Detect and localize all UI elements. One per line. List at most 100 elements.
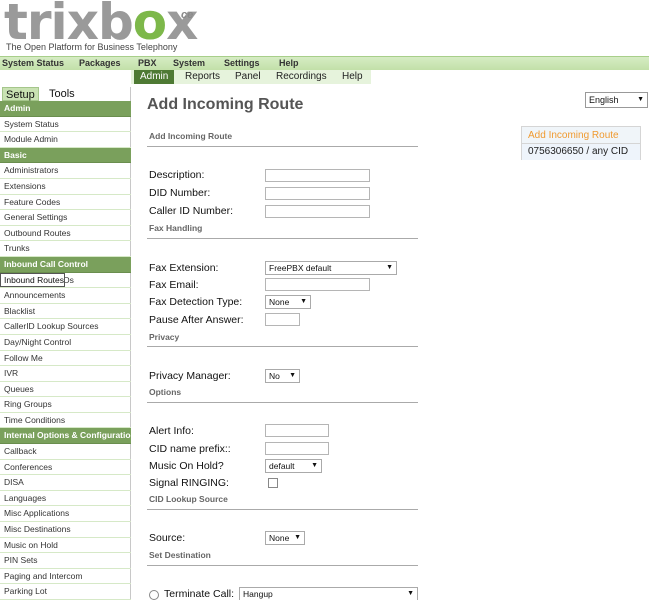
did-label: DID Number: <box>149 187 211 199</box>
sidebar-item-pin-sets[interactable]: PIN Sets <box>0 553 131 569</box>
sidebar-item-day-night-control[interactable]: Day/Night Control <box>0 335 131 351</box>
app-window: trixbox ce The Open Platform for Busines… <box>0 0 649 600</box>
chevron-down-icon: ▼ <box>311 462 318 469</box>
terminate-call-label: Terminate Call: <box>164 588 235 600</box>
description-input[interactable] <box>265 169 370 182</box>
tab-tools[interactable]: Tools <box>46 87 78 101</box>
sidebar-item-queues[interactable]: Queues <box>0 382 131 398</box>
menu-pbx[interactable]: PBX <box>138 58 157 68</box>
route-list-panel: Add Incoming Route 0756306650 / any CID <box>521 126 641 160</box>
sidebar-item-follow-me[interactable]: Follow Me <box>0 351 131 367</box>
terminate-call-radio[interactable] <box>149 590 159 600</box>
sidebar-item-module-admin[interactable]: Module Admin <box>0 132 131 148</box>
sidebar-item-conferences[interactable]: Conferences <box>0 460 131 476</box>
signal-ringing-checkbox[interactable] <box>268 478 278 488</box>
moh-value: default <box>269 461 295 471</box>
divider <box>147 238 418 239</box>
menu-packages[interactable]: Packages <box>79 58 121 68</box>
header: trixbox ce The Open Platform for Busines… <box>0 0 649 56</box>
description-label: Description: <box>149 169 205 181</box>
main-content: Add Incoming Route English ▼ Add Incomin… <box>131 86 649 600</box>
cid-label: Caller ID Number: <box>149 205 234 217</box>
sidebar-item-callback[interactable]: Callback <box>0 444 131 460</box>
chevron-down-icon: ▼ <box>407 590 414 597</box>
sidebar-item-disa[interactable]: DISA <box>0 475 131 491</box>
sidebar-item-ivr[interactable]: IVR <box>0 366 131 382</box>
menu-help[interactable]: Help <box>279 58 299 68</box>
route-list-title[interactable]: Add Incoming Route <box>522 127 640 144</box>
privacy-manager-label: Privacy Manager: <box>149 370 231 382</box>
submenu-recordings[interactable]: Recordings <box>276 70 327 84</box>
sidebar-item-general-settings[interactable]: General Settings <box>0 210 131 226</box>
sidebar-item-misc-applications[interactable]: Misc Applications <box>0 506 131 523</box>
privacy-manager-value: No <box>269 371 280 381</box>
source-label: Source: <box>149 532 186 544</box>
fax-detection-select[interactable]: None ▼ <box>265 295 311 309</box>
submenu-reports[interactable]: Reports <box>185 70 220 84</box>
tab-setup[interactable]: Setup <box>2 87 39 101</box>
sidebar-header-inbound-call-control: Inbound Call Control <box>0 256 131 273</box>
sidebar-item-trunks[interactable]: Trunks <box>0 241 131 257</box>
sidebar-tabs: Setup Tools <box>0 87 131 101</box>
cid-prefix-input[interactable] <box>265 442 329 455</box>
sidebar-item-inbound-routes[interactable]: Inbound Routes <box>0 272 66 287</box>
top-menu: System Status Packages PBX System Settin… <box>0 56 649 70</box>
divider <box>147 509 418 510</box>
fax-email-input[interactable] <box>265 278 370 291</box>
sidebar-item-administrators[interactable]: Administrators <box>0 163 131 179</box>
submenu-panel[interactable]: Panel <box>235 70 261 84</box>
cid-input[interactable] <box>265 205 370 218</box>
sidebar-item-languages[interactable]: Languages <box>0 491 131 507</box>
sub-menu: Admin Reports Panel Recordings Help <box>131 70 371 84</box>
sidebar-item-parking-lot[interactable]: Parking Lot <box>0 584 131 600</box>
did-input[interactable] <box>265 187 370 200</box>
moh-label: Music On Hold? <box>149 460 224 472</box>
sidebar-item-paging-and-intercom[interactable]: Paging and Intercom <box>0 569 131 585</box>
submenu-admin[interactable]: Admin <box>134 70 175 84</box>
tagline: The Open Platform for Business Telephony <box>6 42 178 52</box>
sidebar-item-blacklist[interactable]: Blacklist <box>0 304 131 320</box>
page-title: Add Incoming Route <box>147 96 304 113</box>
sidebar-item-callerid-lookup-sources[interactable]: CallerID Lookup Sources <box>0 319 131 335</box>
alert-info-input[interactable] <box>265 424 329 437</box>
fax-extension-select[interactable]: FreePBX default ▼ <box>265 261 397 275</box>
chevron-down-icon: ▼ <box>300 298 307 305</box>
fax-detection-value: None <box>269 297 290 307</box>
route-list-item[interactable]: 0756306650 / any CID <box>522 144 640 160</box>
chevron-down-icon: ▼ <box>386 264 393 271</box>
submenu-help[interactable]: Help <box>342 70 363 84</box>
terminate-call-value: Hangup <box>243 589 273 599</box>
sidebar-item-extensions[interactable]: Extensions <box>0 179 131 195</box>
pause-label: Pause After Answer: <box>149 314 244 326</box>
sidebar-item-outbound-routes[interactable]: Outbound Routes <box>0 226 131 242</box>
divider <box>147 402 418 403</box>
moh-select[interactable]: default ▼ <box>265 459 322 473</box>
sidebar-item-misc-destinations[interactable]: Misc Destinations <box>0 522 131 538</box>
cid-prefix-label: CID name prefix:: <box>149 443 231 455</box>
terminate-call-select[interactable]: Hangup ▼ <box>239 587 418 600</box>
sidebar-item-feature-codes[interactable]: Feature Codes <box>0 195 131 211</box>
language-value: English <box>589 95 619 105</box>
source-select[interactable]: None ▼ <box>265 531 305 545</box>
chevron-down-icon: ▼ <box>294 534 301 541</box>
section-privacy: Privacy <box>149 332 180 342</box>
sidebar-item-ring-groups[interactable]: Ring Groups <box>0 397 131 413</box>
menu-system[interactable]: System <box>173 58 205 68</box>
sidebar-item-music-on-hold[interactable]: Music on Hold <box>0 538 131 554</box>
section-fax-handling: Fax Handling <box>149 223 203 233</box>
fax-email-label: Fax Email: <box>149 279 199 291</box>
sidebar-item-system-status[interactable]: System Status <box>0 117 131 133</box>
section-set-destination: Set Destination <box>149 550 211 560</box>
sidebar-item-time-conditions[interactable]: Time Conditions <box>0 413 131 429</box>
fax-detection-label: Fax Detection Type: <box>149 296 243 308</box>
sidebar-header-basic: Basic <box>0 147 131 164</box>
language-select[interactable]: English ▼ <box>585 92 648 108</box>
pause-input[interactable] <box>265 313 300 326</box>
privacy-manager-select[interactable]: No ▼ <box>265 369 300 383</box>
menu-settings[interactable]: Settings <box>224 58 260 68</box>
sidebar-item-announcements[interactable]: Announcements <box>0 288 131 304</box>
chevron-down-icon: ▼ <box>637 96 644 103</box>
menu-system-status[interactable]: System Status <box>2 58 64 68</box>
divider <box>147 346 418 347</box>
section-options: Options <box>149 387 182 397</box>
